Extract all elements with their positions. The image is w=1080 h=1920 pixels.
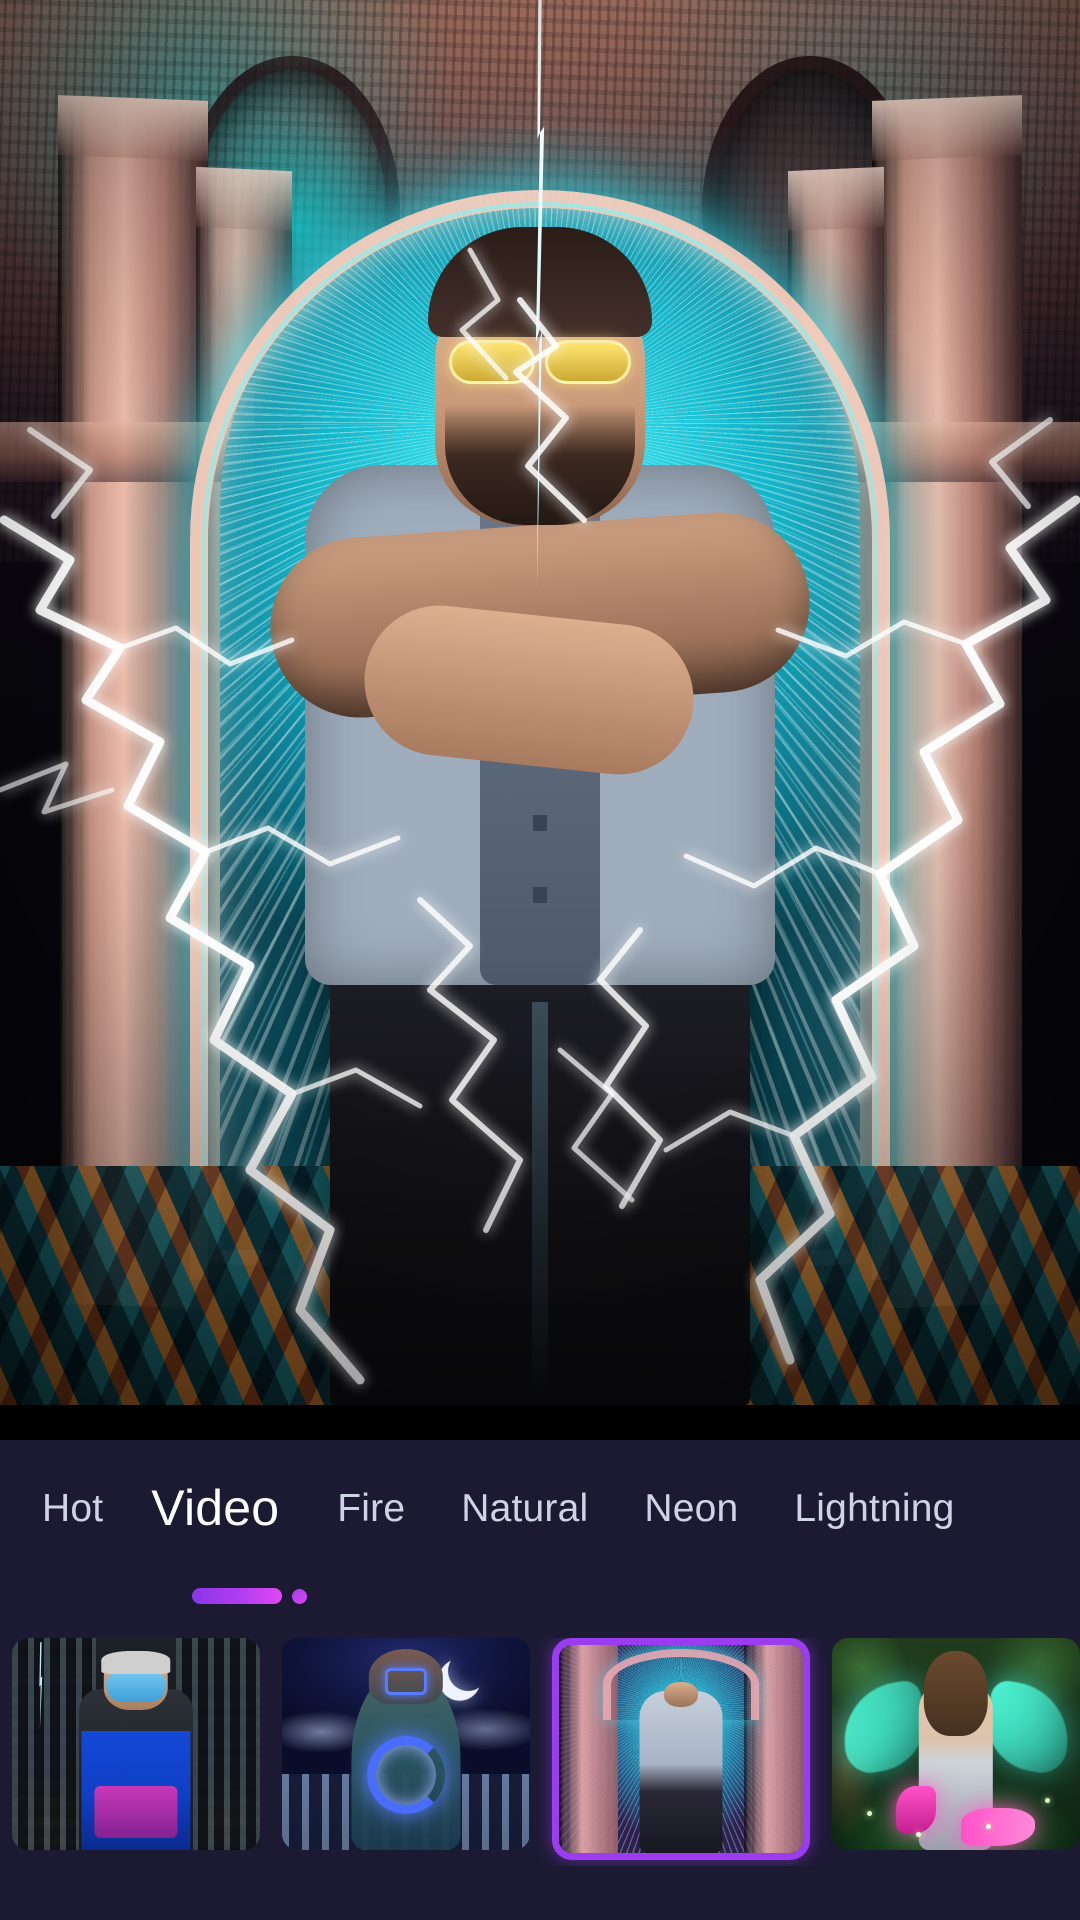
column-left-outer (58, 95, 208, 1310)
sunglass-lens-right (545, 340, 631, 384)
tab-neon[interactable]: Neon (644, 1489, 794, 1528)
effect-picker-screen: Hot Video Fire Natural Neon Lightning (0, 0, 1080, 1920)
column-right-outer (872, 95, 1022, 1310)
thumb2-crescent-moon-icon (442, 1645, 494, 1697)
thumb4-pink-glow (896, 1786, 937, 1834)
thumb3-figure (639, 1690, 723, 1853)
effect-preview-image[interactable] (0, 0, 1080, 1405)
effect-thumbnail-list[interactable] (0, 1638, 1080, 1866)
page-indicator-active (192, 1588, 282, 1604)
thumb-angel-wings[interactable] (832, 1638, 1080, 1850)
effects-panel: Hot Video Fire Natural Neon Lightning (0, 1440, 1080, 1920)
category-tab-bar[interactable]: Hot Video Fire Natural Neon Lightning (0, 1462, 1080, 1554)
thumb-arch-lightning[interactable] (552, 1638, 810, 1860)
tab-fire[interactable]: Fire (337, 1489, 461, 1528)
thumb1-shirt (81, 1731, 191, 1850)
thumb1-beanie (101, 1650, 171, 1675)
page-indicator-dot (292, 1588, 307, 1604)
thumb4-sparkle (985, 1823, 991, 1829)
page-indicator (192, 1588, 307, 1604)
tab-lightning[interactable]: Lightning (794, 1489, 954, 1528)
thumb-arch-lightning-image (559, 1645, 803, 1853)
thumb-masked-city-image (12, 1638, 260, 1850)
thumb1-face-mask (106, 1674, 166, 1702)
thumb-hooded-neon-image (282, 1638, 530, 1850)
thumb-masked-city[interactable] (12, 1638, 260, 1850)
preview-letterbox (0, 1405, 1080, 1440)
tab-video[interactable]: Video (151, 1483, 337, 1533)
thumb2-neon-spiral (367, 1735, 445, 1814)
preview-area[interactable] (0, 0, 1080, 1440)
thumb3-head (663, 1682, 699, 1708)
thumb4-pink-butterfly (960, 1807, 1036, 1846)
thumb4-hair (923, 1650, 989, 1736)
thumb-hooded-neon[interactable] (282, 1638, 530, 1850)
sunglass-lens-left (449, 340, 535, 384)
thumb4-sparkle (866, 1811, 872, 1817)
tab-natural[interactable]: Natural (461, 1489, 644, 1528)
tab-hot[interactable]: Hot (0, 1489, 151, 1528)
thumb2-neon-face (384, 1667, 428, 1696)
thumb-angel-wings-image (832, 1638, 1080, 1850)
